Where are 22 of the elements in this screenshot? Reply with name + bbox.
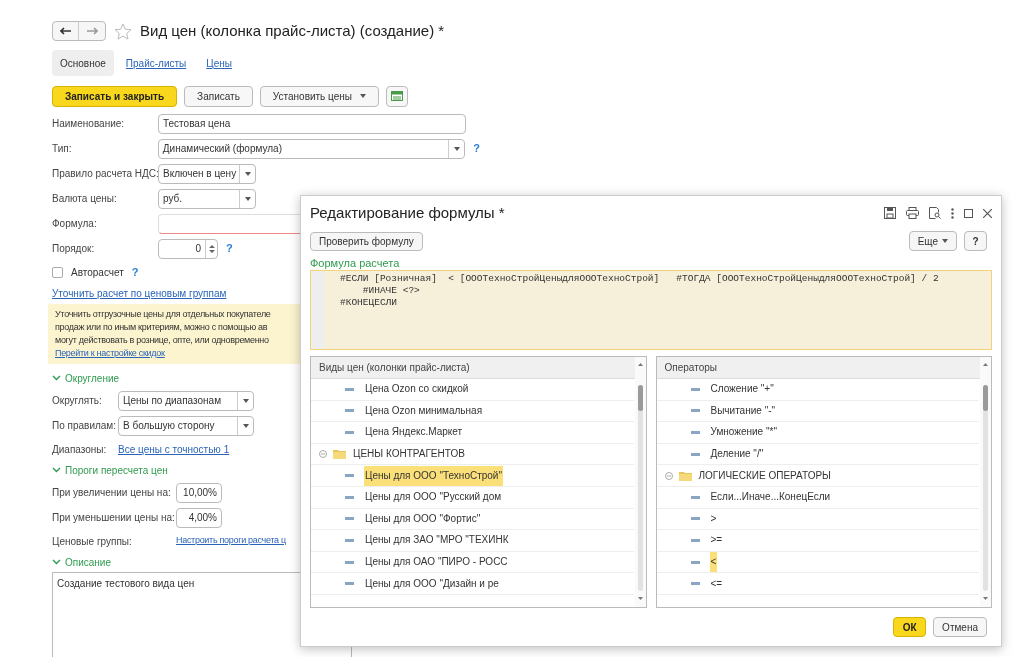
field-label: По правилам: <box>52 419 117 433</box>
field-label: Округлять: <box>52 394 103 408</box>
field-label: Правило расчета НДС: <box>52 167 158 181</box>
field-label: При увеличении цены на: <box>52 486 172 500</box>
dialog-title: Редактирование формулы * <box>310 202 505 223</box>
field-label: При уменьшении цены на: <box>52 511 176 525</box>
checkbox-label: Авторасчет <box>71 265 124 280</box>
field-label: Валюта цены: <box>52 192 118 206</box>
formula-line: #КОНЕЦЕСЛИ <box>340 297 397 309</box>
formula-label: Формула расчета <box>310 257 401 270</box>
field-label: Порядок: <box>52 242 96 256</box>
field-label: Формула: <box>52 217 98 231</box>
info-text: продаж или по иным критериям, можно с помощью ав <box>55 321 268 334</box>
field-label: Наименование: <box>52 117 126 131</box>
formula-line: #ИНАЧЕ <?> <box>361 285 420 297</box>
info-text: могут действовать в рознице, опте, или одновременно <box>55 334 269 347</box>
field-label: Диапазоны: <box>52 442 108 457</box>
field-label: Ценовые группы: <box>52 534 133 549</box>
field-label: Тип: <box>52 142 73 156</box>
formula-line: #ЕСЛИ [Розничная] < [ОООТехноСтройЦеныдляОООТехноСтрой] #ТОГДА [ОООТехноСтройЦеныдляОООТехноСтрой] / 2 <box>340 273 939 285</box>
info-text: Уточнить отгрузочные цены для отдельных покупателе <box>55 308 271 321</box>
window-title: Вид цен (колонка прайс-листа) (создание) * <box>140 20 445 41</box>
